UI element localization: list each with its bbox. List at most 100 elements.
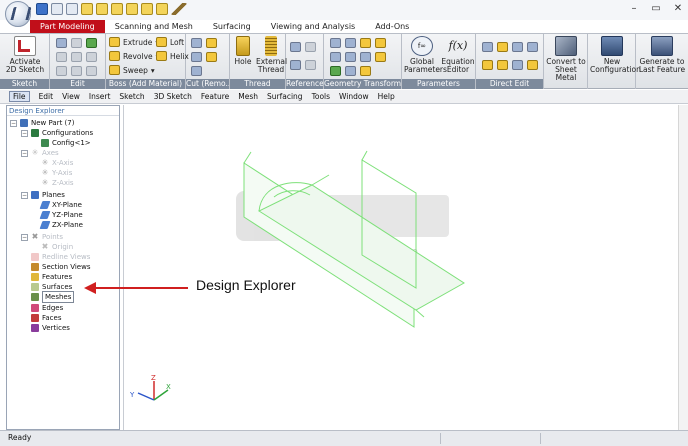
reference-point-icon[interactable]: [290, 60, 301, 70]
cut-sweep-icon[interactable]: [191, 66, 202, 76]
tree-node-configurations[interactable]: − Configurations: [21, 128, 93, 138]
tree-node-planes[interactable]: − Planes: [21, 190, 65, 200]
tweak-icon[interactable]: [497, 60, 508, 70]
tree-node-zx-plane[interactable]: ZX-Plane: [39, 220, 83, 230]
menu-3d-sketch[interactable]: 3D Sketch: [154, 92, 192, 101]
cut-helix-icon[interactable]: [206, 52, 217, 62]
sweep-button[interactable]: Sweep ▾: [109, 65, 155, 75]
tree-node-yz-plane[interactable]: YZ-Plane: [39, 210, 83, 220]
viewport-scrollbar[interactable]: [678, 105, 688, 430]
menu-window[interactable]: Window: [339, 92, 369, 101]
tree-node-axes[interactable]: − ✳ Axes: [21, 148, 59, 158]
undo-icon[interactable]: [86, 38, 97, 48]
menu-help[interactable]: Help: [378, 92, 395, 101]
collapse-icon[interactable]: −: [21, 129, 28, 137]
tree-node-points[interactable]: − ✖ Points: [21, 232, 63, 242]
collapse-icon[interactable]: −: [21, 149, 28, 157]
tree-node-faces[interactable]: Faces: [31, 313, 61, 323]
scale-icon[interactable]: [360, 38, 371, 48]
tab-viewing-and-analysis[interactable]: Viewing and Analysis: [261, 20, 365, 33]
cube-icon[interactable]: [156, 3, 168, 15]
external-thread-button[interactable]: External Thread: [256, 36, 287, 74]
tree-node-new-part[interactable]: − New Part (7): [10, 118, 74, 128]
menu-edit[interactable]: Edit: [39, 92, 54, 101]
tree-node-section-views[interactable]: Section Views: [31, 262, 91, 272]
menu-mesh[interactable]: Mesh: [238, 92, 258, 101]
revolve-button[interactable]: Revolve▾: [109, 51, 159, 61]
cube-icon[interactable]: [96, 3, 108, 15]
new-icon[interactable]: [66, 3, 78, 15]
tree-node-features[interactable]: Features: [31, 272, 72, 282]
offset-face-icon[interactable]: [497, 42, 508, 52]
select-icon[interactable]: [56, 66, 67, 76]
chamfer-icon[interactable]: [345, 52, 356, 62]
properties-icon[interactable]: [71, 66, 82, 76]
tree-node-redline-views[interactable]: Redline Views: [31, 252, 90, 262]
reference-plane-icon[interactable]: [290, 42, 301, 52]
tab-surfacing[interactable]: Surfacing: [203, 20, 261, 33]
global-parameters-button[interactable]: f∞ Global Parameters: [404, 36, 447, 74]
3d-viewport[interactable]: anxz.com Z Y X: [123, 105, 688, 430]
move-icon[interactable]: [330, 38, 341, 48]
minimize-icon[interactable]: –: [628, 3, 640, 15]
sketch-pen-icon[interactable]: [171, 3, 187, 15]
collapse-icon[interactable]: −: [10, 119, 17, 127]
restore-icon[interactable]: ▭: [650, 3, 662, 15]
redo-icon[interactable]: [86, 52, 97, 62]
paste-icon[interactable]: [71, 38, 82, 48]
tree-node-vertices[interactable]: Vertices: [31, 323, 70, 333]
cut-revolve-icon[interactable]: [191, 52, 202, 62]
reference-csys-icon[interactable]: [305, 60, 316, 70]
move-face-icon[interactable]: [482, 42, 493, 52]
menu-insert[interactable]: Insert: [89, 92, 111, 101]
hole-button[interactable]: Hole: [233, 36, 253, 66]
activate-2d-sketch-button[interactable]: Activate 2D Sketch: [4, 36, 46, 74]
menu-sketch[interactable]: Sketch: [119, 92, 144, 101]
close-icon[interactable]: ✕: [672, 3, 684, 15]
tree-node-config-1[interactable]: Config<1>: [41, 138, 91, 148]
tree-node-y-axis[interactable]: ✳ Y-Axis: [41, 168, 73, 178]
fillet-icon[interactable]: [330, 52, 341, 62]
cube-icon[interactable]: [111, 3, 123, 15]
tree-node-x-axis[interactable]: ✳ X-Axis: [41, 158, 74, 168]
cube-icon[interactable]: [126, 3, 138, 15]
remove-fillet-icon[interactable]: [512, 60, 523, 70]
push-pull-icon[interactable]: [482, 60, 493, 70]
tree-node-z-axis[interactable]: ✳ Z-Axis: [41, 178, 74, 188]
menu-surfacing[interactable]: Surfacing: [267, 92, 303, 101]
new-configuration-button[interactable]: New Configuration: [590, 36, 641, 74]
helix-button[interactable]: Helix: [156, 51, 189, 61]
tab-part-modeling[interactable]: Part Modeling: [30, 20, 105, 33]
generate-to-last-feature-button[interactable]: Generate to Last Feature: [638, 36, 686, 74]
cut-extrude-icon[interactable]: [191, 38, 202, 48]
delete-icon[interactable]: [71, 52, 82, 62]
convert-to-sheet-metal-button[interactable]: Convert to Sheet Metal: [545, 36, 587, 82]
tab-scanning-and-mesh[interactable]: Scanning and Mesh: [105, 20, 203, 33]
menu-tools[interactable]: Tools: [312, 92, 330, 101]
find-icon[interactable]: [86, 66, 97, 76]
cut-loft-icon[interactable]: [206, 38, 217, 48]
open-icon[interactable]: [81, 3, 93, 15]
offset-icon[interactable]: [345, 66, 356, 76]
extrude-button[interactable]: Extrude▾: [109, 37, 159, 47]
cube-icon[interactable]: [141, 3, 153, 15]
draft-icon[interactable]: [375, 52, 386, 62]
save-icon[interactable]: [36, 3, 48, 15]
collapse-icon[interactable]: −: [21, 191, 28, 199]
tree-node-origin[interactable]: ✖ Origin: [41, 242, 74, 252]
menu-feature[interactable]: Feature: [201, 92, 229, 101]
shell-icon[interactable]: [360, 52, 371, 62]
cut-icon[interactable]: [56, 52, 67, 62]
split-icon[interactable]: [360, 66, 371, 76]
delete-face-icon[interactable]: [527, 42, 538, 52]
mirror-icon[interactable]: [375, 38, 386, 48]
tree-node-edges[interactable]: Edges: [31, 303, 63, 313]
menu-file[interactable]: File: [9, 91, 30, 102]
app-logo-icon[interactable]: [5, 1, 31, 27]
collapse-icon[interactable]: −: [21, 233, 28, 241]
menu-view[interactable]: View: [62, 92, 80, 101]
disk-icon[interactable]: [51, 3, 63, 15]
tree-node-meshes[interactable]: Meshes: [31, 291, 75, 303]
tree-node-xy-plane[interactable]: XY-Plane: [39, 200, 82, 210]
rotate-icon[interactable]: [345, 38, 356, 48]
